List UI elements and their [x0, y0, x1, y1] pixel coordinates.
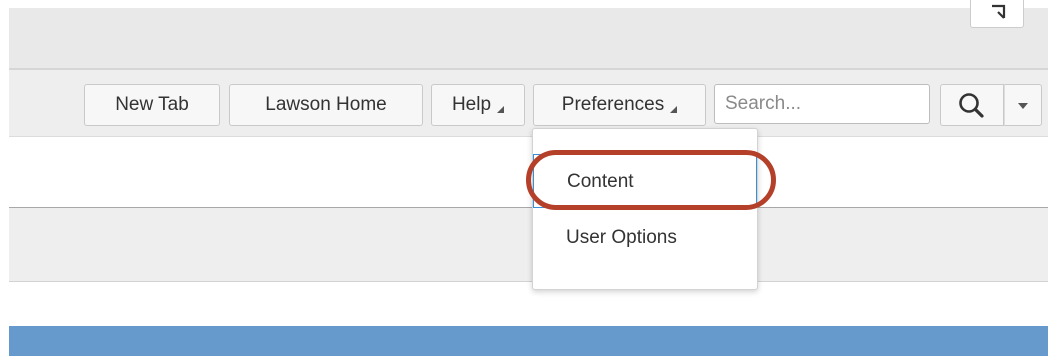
menu-item-user-options[interactable]: User Options: [533, 211, 757, 265]
search-options-button[interactable]: [1004, 84, 1042, 126]
toolbar-divider: [9, 136, 1048, 137]
popout-icon: [992, 4, 1006, 19]
top-header-band: [9, 8, 1048, 68]
magnifier-icon: [959, 93, 984, 118]
annotation-highlight-ring: [526, 150, 776, 210]
caret-icon: [670, 105, 678, 113]
search-button[interactable]: [940, 84, 1004, 126]
help-button[interactable]: Help: [431, 84, 525, 126]
content-band: [9, 208, 1048, 281]
section-divider-lower: [9, 281, 1048, 282]
new-tab-button[interactable]: New Tab: [84, 84, 220, 126]
blue-header-bar: [9, 326, 1048, 356]
help-label: Help: [451, 94, 492, 115]
preferences-button[interactable]: Preferences: [533, 84, 706, 126]
lawson-home-label: Lawson Home: [265, 94, 387, 115]
preferences-label: Preferences: [561, 94, 665, 115]
caret-icon: [497, 105, 505, 113]
menu-item-label: User Options: [566, 227, 677, 248]
search-input[interactable]: [714, 84, 930, 124]
new-tab-label: New Tab: [115, 94, 189, 115]
popout-button[interactable]: [970, 0, 1024, 28]
chevron-down-icon: [1018, 103, 1028, 109]
lawson-home-button[interactable]: Lawson Home: [229, 84, 423, 126]
